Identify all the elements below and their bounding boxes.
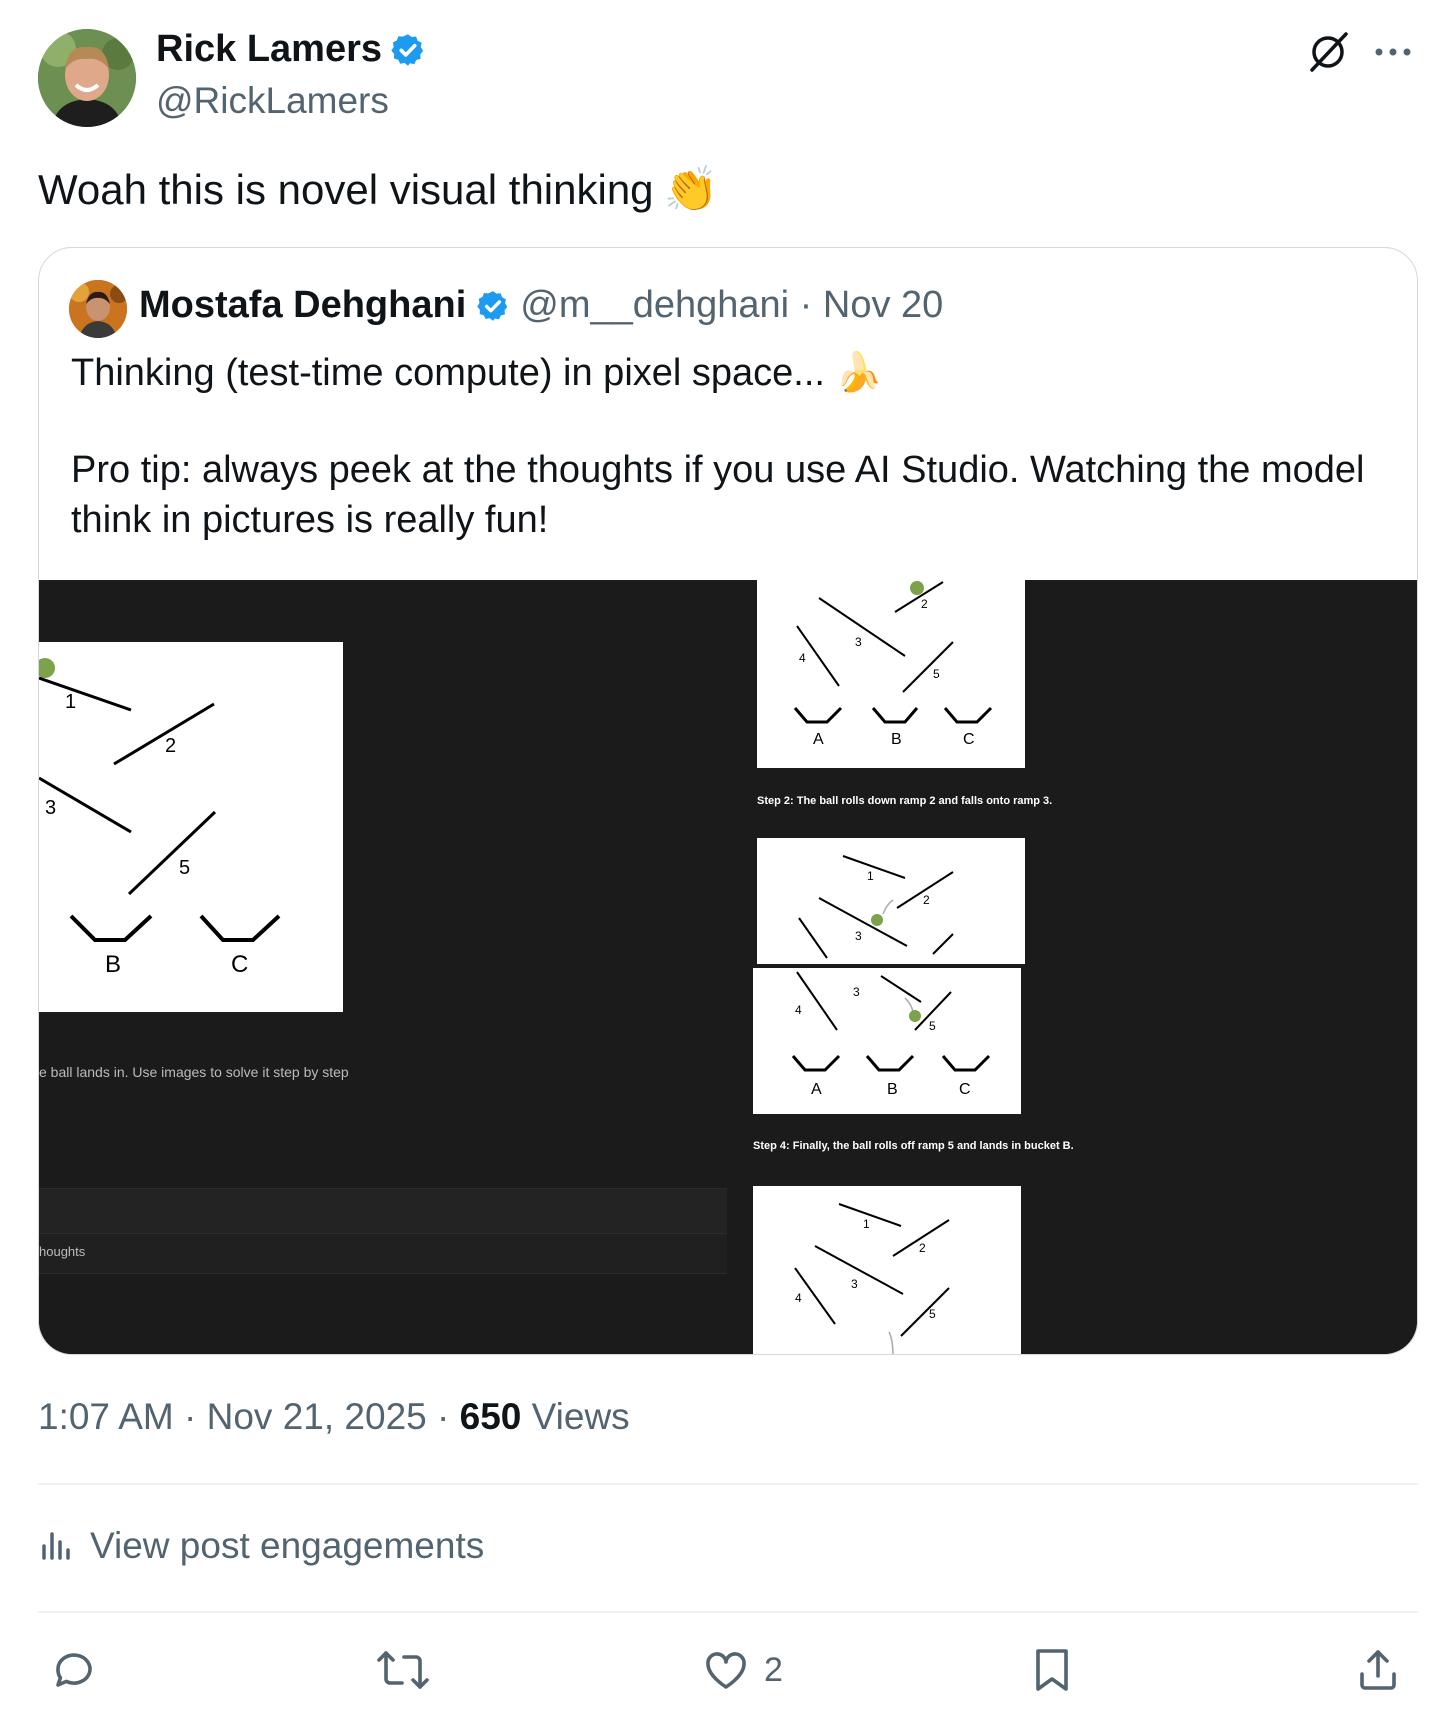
quoted-media-grid[interactable]: 1 2 3 5 B C e ball lands in. Use images … xyxy=(39,580,1417,1354)
clapping-hands-emoji: 👏 xyxy=(663,165,719,214)
svg-text:2: 2 xyxy=(919,1241,926,1255)
svg-text:3: 3 xyxy=(851,1277,858,1291)
analytics-bars-icon xyxy=(38,1528,74,1564)
views-label: Views xyxy=(531,1396,630,1437)
svg-text:5: 5 xyxy=(933,667,940,681)
svg-text:5: 5 xyxy=(929,1019,936,1033)
quoted-post[interactable]: Mostafa Dehghani @m__dehghani · Nov 20 T… xyxy=(38,247,1418,1355)
media-right-bottom-panel[interactable]: 4 3 5 A B C Step 4: Finally, the ball ro… xyxy=(731,968,1417,1354)
author-name-row[interactable]: Rick Lamers xyxy=(156,28,426,71)
label-bucket-b: B xyxy=(105,951,121,978)
svg-text:B: B xyxy=(887,1081,898,1098)
view-engagements-label[interactable]: View post engagements xyxy=(90,1525,484,1567)
svg-text:3: 3 xyxy=(853,985,860,999)
repost-button[interactable] xyxy=(376,1640,430,1700)
divider-top xyxy=(38,1483,1418,1485)
step4-diagram: 1 2 3 4 5 xyxy=(794,1203,950,1354)
bookmark-button[interactable] xyxy=(1030,1640,1074,1700)
label-ramp-5: 5 xyxy=(179,857,190,879)
svg-text:2: 2 xyxy=(921,597,928,611)
bookmark-icon xyxy=(1030,1646,1074,1694)
prompt-caption: e ball lands in. Use images to solve it … xyxy=(39,1064,349,1080)
reply-icon xyxy=(50,1646,98,1694)
ramp-diagram-card: 1 2 3 5 B C xyxy=(39,642,343,1012)
ramp-diagram-large: 1 2 3 5 B C xyxy=(39,658,281,978)
step1-diagram-card: 2 3 4 5 A B C xyxy=(757,580,1025,768)
svg-text:3: 3 xyxy=(855,635,862,649)
quoted-verified-badge-icon xyxy=(476,289,510,323)
view-engagements-link[interactable]: View post engagements xyxy=(38,1525,484,1567)
svg-text:2: 2 xyxy=(923,893,930,907)
step1-diagram: 2 3 4 5 A B C xyxy=(793,581,993,748)
svg-text:A: A xyxy=(813,731,824,748)
thoughts-label[interactable]: houghts xyxy=(39,1244,85,1259)
media-right-top-panel[interactable]: 2 3 4 5 A B C Step 2: The ball rolls dow… xyxy=(731,580,1417,964)
step3-diagram-card: 4 3 5 A B C xyxy=(753,968,1021,1114)
step2-diagram: 1 2 3 xyxy=(798,855,954,959)
like-count: 2 xyxy=(764,1650,783,1689)
post-timestamp-views: 1:07 AM · Nov 21, 2025 · 650 Views xyxy=(38,1396,630,1438)
step4-diagram-card: 1 2 3 4 5 xyxy=(753,1186,1021,1354)
author-name[interactable]: Rick Lamers xyxy=(156,28,382,71)
post-timestamp[interactable]: 1:07 AM · Nov 21, 2025 · xyxy=(38,1396,460,1437)
svg-text:4: 4 xyxy=(795,1291,802,1305)
label-ramp-1: 1 xyxy=(65,691,76,713)
verified-badge-icon xyxy=(390,32,426,68)
quoted-header: Mostafa Dehghani @m__dehghani · Nov 20 xyxy=(139,284,943,327)
views-count: 650 xyxy=(459,1396,522,1437)
post-text-content: Woah this is novel visual thinking xyxy=(38,166,654,213)
media-left-panel[interactable]: 1 2 3 5 B C e ball lands in. Use images … xyxy=(39,580,727,1354)
step3-diagram: 4 3 5 A B C xyxy=(791,971,991,1098)
svg-text:4: 4 xyxy=(795,1003,802,1017)
svg-text:C: C xyxy=(963,731,975,748)
banana-emoji: 🍌 xyxy=(834,352,883,394)
label-ramp-2: 2 xyxy=(165,735,176,757)
more-options-icon[interactable] xyxy=(1373,40,1413,64)
svg-text:3: 3 xyxy=(855,929,862,943)
step2-caption: Step 2: The ball rolls down ramp 2 and f… xyxy=(757,795,1053,807)
step2-diagram-card: 1 2 3 xyxy=(757,838,1025,964)
reply-button[interactable] xyxy=(50,1640,98,1700)
svg-text:C: C xyxy=(959,1081,971,1098)
like-button[interactable]: 2 xyxy=(702,1640,783,1700)
svg-text:1: 1 xyxy=(867,869,874,883)
grok-icon[interactable] xyxy=(1306,30,1350,74)
quoted-author-name[interactable]: Mostafa Dehghani xyxy=(139,284,466,327)
repost-icon xyxy=(376,1646,430,1694)
svg-text:5: 5 xyxy=(929,1307,936,1321)
quoted-text-line1: Thinking (test-time compute) in pixel sp… xyxy=(71,348,882,398)
input-bar xyxy=(39,1188,727,1234)
label-bucket-c: C xyxy=(231,951,248,978)
action-bar: 2 xyxy=(0,1640,1456,1700)
share-icon xyxy=(1354,1646,1402,1694)
quoted-text-second: Pro tip: always peek at the thoughts if … xyxy=(71,449,1365,541)
svg-text:B: B xyxy=(891,731,902,748)
thoughts-bar[interactable] xyxy=(39,1234,727,1274)
step4-caption: Step 4: Finally, the ball rolls off ramp… xyxy=(753,1140,1074,1152)
author-handle[interactable]: @RickLamers xyxy=(156,80,389,122)
heart-icon xyxy=(702,1646,750,1694)
quoted-author-avatar[interactable] xyxy=(69,280,127,338)
label-ramp-3: 3 xyxy=(45,797,56,819)
quoted-handle-date[interactable]: @m__dehghani · Nov 20 xyxy=(520,284,943,327)
quoted-text-first: Thinking (test-time compute) in pixel sp… xyxy=(71,352,825,394)
svg-text:4: 4 xyxy=(799,651,806,665)
post-text: Woah this is novel visual thinking 👏 xyxy=(38,164,718,216)
author-avatar[interactable] xyxy=(38,29,136,127)
svg-text:1: 1 xyxy=(863,1217,870,1231)
divider-bottom xyxy=(38,1611,1418,1613)
share-button[interactable] xyxy=(1354,1640,1402,1700)
svg-text:A: A xyxy=(811,1081,822,1098)
